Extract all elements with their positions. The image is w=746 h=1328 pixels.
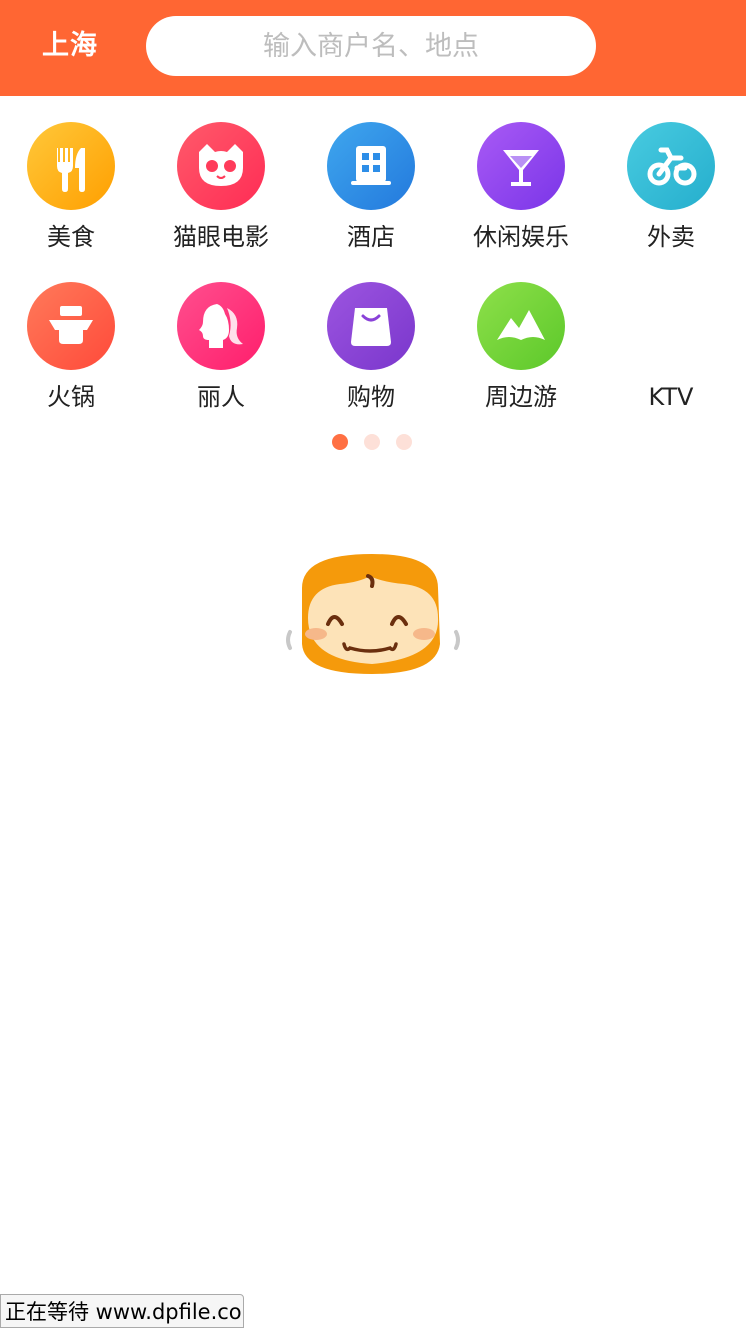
category-label: 猫眼电影 [173,223,269,251]
category-label: 丽人 [197,383,245,411]
mountain-icon [477,282,565,370]
category-hotel[interactable]: 酒店 [296,122,446,272]
category-shopping[interactable]: 购物 [296,282,446,432]
category-ktv[interactable]: KTV [596,282,746,432]
browser-status-bar: 正在等待 www.dpfile.co [0,1294,244,1328]
woman-profile-icon [177,282,265,370]
ktv-icon [627,282,715,370]
category-label: 购物 [347,383,395,411]
category-beauty[interactable]: 丽人 [146,282,296,432]
search-input[interactable] [146,16,596,76]
category-label: 周边游 [485,383,557,411]
category-entertainment[interactable]: 休闲娱乐 [446,122,596,272]
cat-face-icon [177,122,265,210]
fork-knife-icon [27,122,115,210]
page-dot-active[interactable] [332,434,348,450]
category-takeout[interactable]: 外卖 [596,122,746,272]
shopping-bag-icon [327,282,415,370]
category-label: 休闲娱乐 [473,223,569,251]
category-label: 酒店 [347,223,395,251]
page-dot[interactable] [364,434,380,450]
category-nearby-travel[interactable]: 周边游 [446,282,596,432]
hotpot-icon [27,282,115,370]
smiling-mascot-icon [280,548,466,682]
category-hotpot[interactable]: 火锅 [0,282,146,432]
scooter-icon [627,122,715,210]
city-selector[interactable]: 上海 [42,26,98,66]
category-label: 火锅 [47,383,95,411]
category-label: 美食 [47,223,95,251]
page-dot[interactable] [396,434,412,450]
cocktail-glass-icon [477,122,565,210]
building-icon [327,122,415,210]
category-movie[interactable]: 猫眼电影 [146,122,296,272]
category-label: 外卖 [647,223,695,251]
category-label: KTV [648,383,694,411]
category-food[interactable]: 美食 [0,122,146,272]
top-header: 上海 [0,0,746,96]
carousel-pagination [332,434,416,450]
